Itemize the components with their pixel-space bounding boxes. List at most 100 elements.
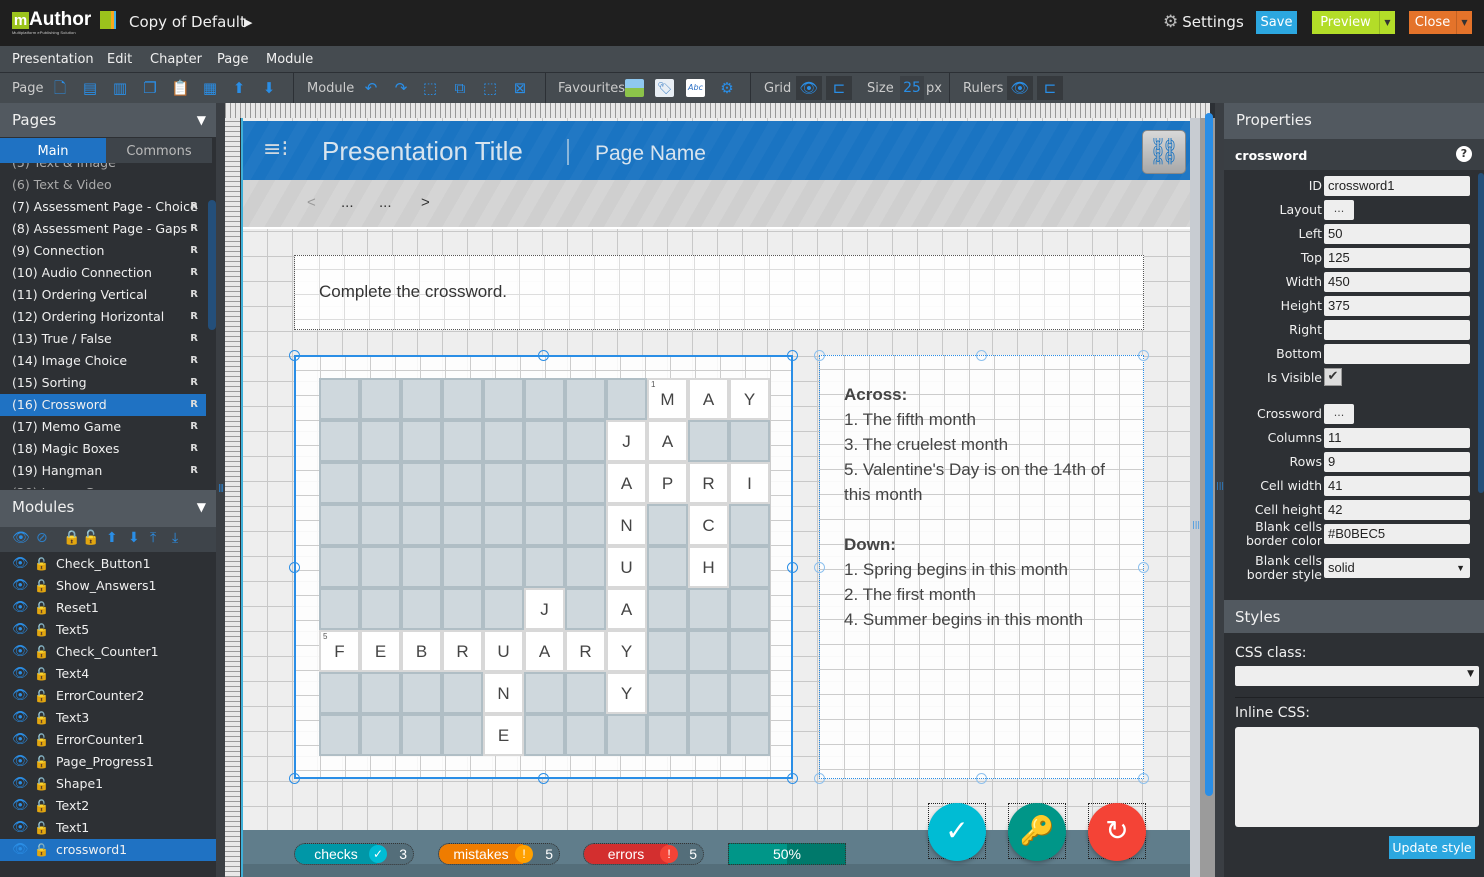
bottom-input[interactable] — [1324, 344, 1470, 364]
save-button[interactable]: Save — [1256, 11, 1297, 34]
letter-cell[interactable]: H — [688, 546, 729, 588]
eye-icon[interactable]: 👁 — [12, 795, 29, 817]
is-visible-checkbox[interactable]: ✔ — [1324, 368, 1342, 386]
blank-cells-border-color-input[interactable]: #B0BEC5 — [1324, 524, 1470, 544]
letter-cell[interactable]: R — [688, 462, 729, 504]
hide-all-icon[interactable]: ⊘ — [36, 530, 48, 546]
right-splitter[interactable]: ||| — [1215, 103, 1224, 877]
letter-cell[interactable]: J — [606, 420, 647, 462]
right-input[interactable] — [1324, 320, 1470, 340]
rulers-snap-toggle[interactable]: ⊏ — [1037, 76, 1063, 100]
crossword-button[interactable]: ... — [1324, 404, 1354, 424]
page-list-item[interactable]: (20) Image Gaps — [0, 482, 206, 489]
menu-module[interactable]: Module — [266, 52, 313, 67]
letter-cell[interactable]: U — [483, 630, 524, 672]
move-down-icon[interactable]: ⬇ — [128, 530, 140, 546]
copy-page-icon[interactable]: ❐ — [141, 79, 159, 97]
unlock-icon[interactable]: 🔓 — [34, 751, 49, 773]
letter-cell[interactable]: Y — [606, 630, 647, 672]
unlock-icon[interactable]: 🔓 — [34, 663, 49, 685]
id-input[interactable]: crossword1 — [1324, 176, 1470, 196]
module-list-item[interactable]: 👁 🔓 Check_Counter1 — [0, 641, 216, 663]
resize-handle[interactable] — [787, 773, 798, 784]
eye-icon[interactable]: 👁 — [12, 729, 29, 751]
pages-panel-header[interactable]: Pages ▼ — [0, 103, 216, 137]
letter-cell[interactable]: Y — [606, 672, 647, 714]
letter-cell[interactable]: A — [524, 630, 565, 672]
move-top-icon[interactable]: ⤒ — [150, 530, 156, 546]
resize-handle[interactable] — [814, 562, 825, 573]
page-list-item[interactable]: (7) Assessment Page - Choice R — [0, 196, 206, 218]
collapse-icon[interactable]: ▼ — [197, 113, 206, 127]
letter-cell[interactable]: P — [647, 462, 688, 504]
modules-panel-header[interactable]: Modules ▼ — [0, 490, 216, 527]
module-list-item[interactable]: 👁 🔓 Text2 — [0, 795, 216, 817]
page-list-item[interactable]: (19) Hangman R — [0, 460, 206, 482]
move-page-up-icon[interactable]: ⬆ — [230, 79, 248, 97]
preview-button[interactable]: Preview ▼ — [1312, 11, 1395, 34]
page-list-item[interactable]: (12) Ordering Horizontal R — [0, 306, 206, 328]
unlock-icon[interactable]: 🔓 — [34, 707, 49, 729]
show-answers-button[interactable]: 🔑 — [1008, 803, 1066, 861]
module-list-item[interactable]: 👁 🔓 crossword1 — [0, 839, 216, 861]
cell-height-input[interactable]: 42 — [1324, 500, 1470, 520]
page-list-item[interactable]: (18) Magic Boxes R — [0, 438, 206, 460]
letter-cell[interactable]: I — [729, 462, 770, 504]
nav-prev[interactable]: < — [307, 194, 316, 211]
unlock-icon[interactable]: 🔓 — [34, 597, 49, 619]
resize-handle[interactable] — [538, 773, 549, 784]
eye-icon[interactable]: 👁 — [12, 553, 29, 575]
width-input[interactable]: 450 — [1324, 272, 1470, 292]
module-list-item[interactable]: 👁 🔓 Shape1 — [0, 773, 216, 795]
module-list-item[interactable]: 👁 🔓 Show_Answers1 — [0, 575, 216, 597]
letter-cell[interactable]: B — [401, 630, 442, 672]
layout-button[interactable]: ... — [1324, 200, 1354, 220]
left-input[interactable]: 50 — [1324, 224, 1470, 244]
page-list-item[interactable]: (14) Image Choice R — [0, 350, 206, 372]
undo-icon[interactable]: ↶ — [362, 79, 380, 97]
grid-size-input[interactable]: 25 — [900, 76, 924, 100]
inline-css-textarea[interactable] — [1235, 727, 1479, 827]
delete-page-icon[interactable]: ▦ — [201, 79, 219, 97]
update-style-button[interactable]: Update style — [1389, 836, 1475, 859]
page-list-item[interactable]: (10) Audio Connection R — [0, 262, 206, 284]
tag-module-icon[interactable]: 🏷 — [655, 79, 674, 97]
rows-input[interactable]: 9 — [1324, 452, 1470, 472]
resize-handle[interactable] — [976, 350, 987, 361]
instruction-text[interactable]: Complete the crossword. — [294, 255, 1144, 330]
menu-page[interactable]: Page — [217, 52, 248, 67]
unlock-icon[interactable]: 🔓 — [34, 641, 49, 663]
hamburger-menu-icon[interactable]: ≡⁝ — [263, 139, 288, 161]
page-list-item[interactable]: (6) Text & Video — [0, 174, 206, 196]
module-list-item[interactable]: 👁 🔓 Page_Progress1 — [0, 751, 216, 773]
resize-handle[interactable] — [1138, 562, 1149, 573]
letter-cell[interactable]: M1 — [647, 378, 688, 420]
canvas-scrollbar[interactable] — [1205, 113, 1213, 796]
eye-icon[interactable]: 👁 — [12, 773, 29, 795]
play-arrow-icon[interactable]: ▶ — [244, 16, 252, 29]
grid-snap-toggle[interactable]: ⊏ — [826, 76, 852, 100]
move-bottom-icon[interactable]: ⤓ — [172, 530, 178, 546]
page-list-scrollbar[interactable] — [208, 200, 216, 330]
eye-icon[interactable]: 👁 — [12, 751, 29, 773]
clues-text-module[interactable]: Across: 1. The fifth month 3. The cruele… — [819, 355, 1144, 779]
page-list-item[interactable]: (16) Crossword R — [0, 394, 206, 416]
unlock-icon[interactable]: 🔓 — [34, 773, 49, 795]
image-module-icon[interactable] — [625, 79, 644, 97]
resize-handle[interactable] — [976, 773, 987, 784]
paste-module-icon[interactable]: ⬚ — [481, 79, 499, 97]
resize-handle[interactable] — [814, 773, 825, 784]
module-list-item[interactable]: 👁 🔓 Check_Button1 — [0, 553, 216, 575]
close-button[interactable]: Close ▼ — [1409, 11, 1472, 34]
move-up-icon[interactable]: ⬆ — [106, 530, 118, 546]
grid-visibility-toggle[interactable]: 👁 — [796, 76, 822, 100]
paste-page-icon[interactable]: 📋 — [171, 79, 190, 97]
crossword-module[interactable]: M1AYJAAPRINCUHJAF5EBRUARYNYE — [294, 355, 793, 779]
resize-handle[interactable] — [289, 562, 300, 573]
unlock-icon[interactable]: 🔓 — [34, 795, 49, 817]
unlock-icon[interactable]: 🔓 — [34, 839, 49, 861]
letter-cell[interactable]: A — [647, 420, 688, 462]
menu-edit[interactable]: Edit — [107, 52, 132, 67]
page-list-item[interactable]: (15) Sorting R — [0, 372, 206, 394]
menu-presentation[interactable]: Presentation — [12, 52, 94, 67]
